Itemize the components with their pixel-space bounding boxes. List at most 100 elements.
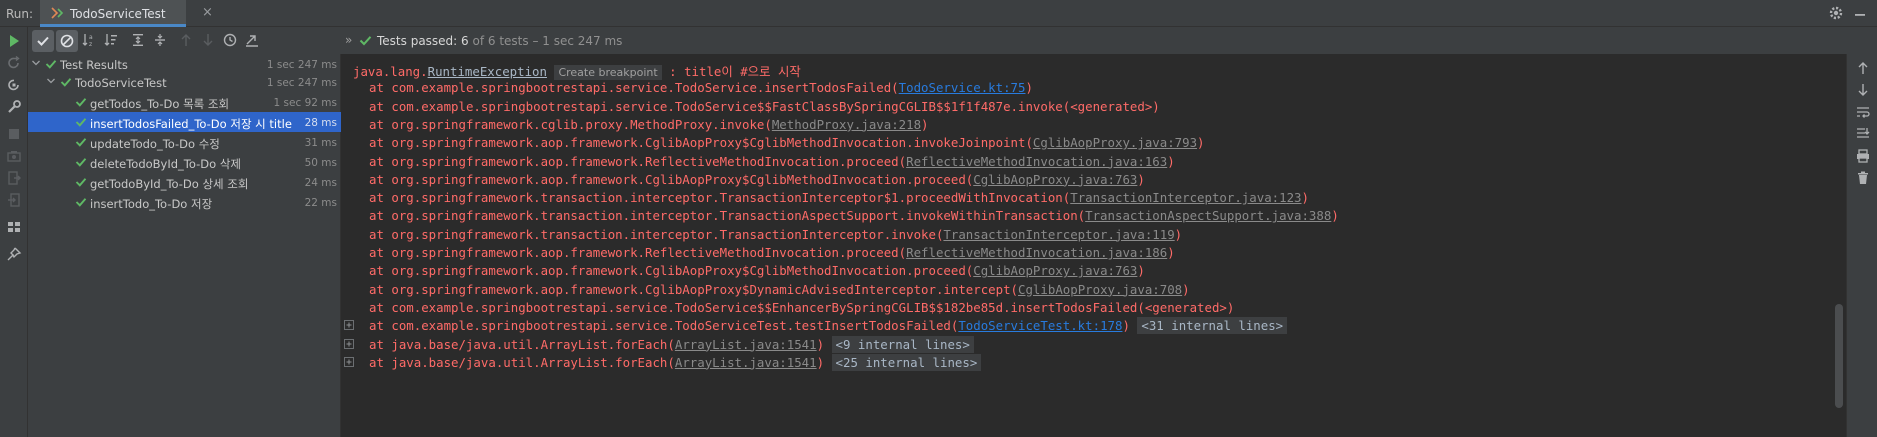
close-icon[interactable]: × bbox=[202, 5, 213, 20]
source-file-link[interactable]: CglibAopProxy.java:763 bbox=[973, 263, 1137, 278]
stack-frame-method: at org.springframework.aop.framework.Cgl… bbox=[369, 263, 974, 279]
wrench-icon[interactable] bbox=[6, 99, 22, 115]
stack-frame-method: at com.example.springbootrestapi.service… bbox=[369, 318, 959, 334]
console-scrollbar[interactable] bbox=[1835, 304, 1843, 408]
internal-lines-toggle[interactable]: <9 internal lines> bbox=[831, 335, 974, 353]
console-output[interactable]: java.lang.RuntimeException Create breakp… bbox=[341, 54, 1846, 437]
more-chevron-icon[interactable]: » bbox=[345, 33, 352, 47]
arrow-down-icon[interactable] bbox=[1855, 82, 1871, 98]
source-file-link[interactable]: TransactionInterceptor.java:123 bbox=[1070, 190, 1301, 205]
passed-check-icon bbox=[75, 98, 87, 107]
stack-frame-line: at org.springframework.transaction.inter… bbox=[341, 207, 1846, 226]
expand-fold-icon[interactable] bbox=[344, 356, 355, 368]
import-icon[interactable] bbox=[6, 192, 22, 208]
stack-frame-text: at org.springframework.aop.framework.Ref… bbox=[369, 154, 1175, 169]
tree-item-duration: 1 sec 247 ms bbox=[266, 77, 337, 89]
svg-text:a: a bbox=[89, 34, 93, 41]
minimize-icon[interactable] bbox=[1852, 5, 1868, 21]
rerun-failed-icon[interactable] bbox=[6, 55, 22, 71]
tests-passed-detail: of 6 tests – 1 sec 247 ms bbox=[472, 34, 623, 48]
sort-by-duration-icon[interactable] bbox=[103, 32, 119, 48]
pin-icon[interactable] bbox=[6, 246, 22, 262]
tree-item-test-results[interactable]: Test Results 1 sec 247 ms bbox=[28, 54, 341, 74]
arrow-down-icon[interactable] bbox=[200, 32, 216, 48]
chevron-down-icon[interactable] bbox=[30, 57, 42, 69]
run-label: Run: bbox=[6, 7, 34, 21]
tree-item-inserttodo[interactable]: insertTodo_To-Do 저장 22 ms bbox=[28, 192, 341, 212]
passed-check-icon bbox=[75, 178, 87, 187]
create-breakpoint-button[interactable]: Create breakpoint bbox=[554, 65, 662, 80]
stack-frame-method: at java.base/java.util.ArrayList.forEach… bbox=[369, 336, 675, 352]
scroll-to-end-icon[interactable] bbox=[1855, 126, 1871, 142]
expand-fold-icon[interactable] bbox=[344, 338, 355, 350]
expand-fold-icon[interactable] bbox=[344, 320, 355, 331]
stack-frame-method: at org.springframework.aop.framework.Ref… bbox=[369, 153, 907, 169]
tree-item-duration: 50 ms bbox=[304, 157, 337, 169]
tab-title: TodoServiceTest bbox=[70, 7, 166, 21]
stack-frame-line: at com.example.springbootrestapi.service… bbox=[341, 79, 1846, 98]
source-file-link[interactable]: ReflectiveMethodInvocation.java:163 bbox=[906, 154, 1167, 169]
gear-icon[interactable] bbox=[1828, 5, 1844, 21]
stack-frame-text: at org.springframework.aop.framework.Cgl… bbox=[369, 263, 1145, 278]
layout-icon[interactable] bbox=[6, 219, 22, 235]
stack-frame-text: at org.springframework.transaction.inter… bbox=[369, 227, 1182, 242]
test-config-icon bbox=[51, 7, 64, 19]
sort-alphabetically-icon[interactable]: az bbox=[81, 32, 97, 48]
test-history-icon[interactable] bbox=[222, 32, 238, 48]
tree-item-todoservicetest[interactable]: TodoServiceTest 1 sec 247 ms bbox=[28, 72, 341, 92]
stack-frame-text: at java.base/java.util.ArrayList.forEach… bbox=[369, 353, 982, 371]
run-side-toolbar bbox=[0, 27, 28, 437]
toggle-auto-test-icon[interactable] bbox=[6, 77, 22, 93]
soft-wrap-icon[interactable] bbox=[1855, 104, 1871, 120]
source-file-link[interactable]: TodoServiceTest.kt:178 bbox=[958, 318, 1122, 333]
stack-frame-line: at org.springframework.aop.framework.Ref… bbox=[341, 153, 1846, 172]
trash-icon[interactable] bbox=[1855, 170, 1871, 186]
collapse-all-icon[interactable] bbox=[152, 32, 168, 48]
stack-frame-suffix: ) bbox=[1167, 245, 1175, 260]
tests-passed-summary: Tests passed: 6 of 6 tests – 1 sec 247 m… bbox=[377, 34, 622, 48]
tree-item-duration: 31 ms bbox=[304, 137, 337, 149]
stack-frame-text: at java.base/java.util.ArrayList.forEach… bbox=[369, 335, 974, 353]
source-file-link[interactable]: CglibAopProxy.java:793 bbox=[1033, 135, 1197, 150]
rerun-icon[interactable] bbox=[6, 33, 22, 49]
arrow-up-icon[interactable] bbox=[178, 32, 194, 48]
import-tests-icon[interactable] bbox=[244, 32, 260, 48]
exception-class-link[interactable]: RuntimeException bbox=[428, 64, 547, 79]
tree-item-updatetodo[interactable]: updateTodo_To-Do 수정 31 ms bbox=[28, 132, 341, 152]
tree-item-duration: 24 ms bbox=[304, 177, 337, 189]
stack-frame-line: at java.base/java.util.ArrayList.forEach… bbox=[341, 353, 1846, 373]
chevron-down-icon[interactable] bbox=[45, 75, 57, 87]
source-file-link[interactable]: ArrayList.java:1541 bbox=[675, 355, 817, 370]
internal-lines-toggle[interactable]: <31 internal lines> bbox=[1137, 317, 1288, 335]
passed-check-icon bbox=[75, 158, 87, 167]
camera-icon[interactable] bbox=[6, 148, 22, 164]
source-file-link[interactable]: TransactionAspectSupport.java:388 bbox=[1085, 208, 1331, 223]
source-file-link[interactable]: TransactionInterceptor.java:119 bbox=[943, 227, 1174, 242]
source-file-link[interactable]: TodoService.kt:75 bbox=[899, 80, 1026, 95]
expand-all-icon[interactable] bbox=[130, 32, 146, 48]
tree-item-gettodos[interactable]: getTodos_To-Do 목록 조회 1 sec 92 ms bbox=[28, 92, 341, 112]
arrow-up-icon[interactable] bbox=[1855, 60, 1871, 76]
source-file-link[interactable]: CglibAopProxy.java:763 bbox=[973, 172, 1137, 187]
console-side-toolbar bbox=[1846, 54, 1877, 437]
source-file-link[interactable]: MethodProxy.java:218 bbox=[772, 117, 921, 132]
tree-item-deletetodobyid[interactable]: deleteTodoById_To-Do 삭제 50 ms bbox=[28, 152, 341, 172]
tree-item-gettodobyid[interactable]: getTodoById_To-Do 상세 조회 24 ms bbox=[28, 172, 341, 192]
source-file-link[interactable]: CglibAopProxy.java:708 bbox=[1018, 282, 1182, 297]
tree-item-inserttodosfailed[interactable]: insertTodosFailed_To-Do 저장 시 title 28 ms bbox=[28, 112, 341, 132]
show-passed-button[interactable] bbox=[32, 30, 54, 52]
exception-text: java.lang.RuntimeException Create breakp… bbox=[353, 62, 801, 80]
stack-frame-text: at com.example.springbootrestapi.service… bbox=[369, 80, 1033, 95]
source-file-link[interactable]: ReflectiveMethodInvocation.java:186 bbox=[906, 245, 1167, 260]
source-file-link[interactable]: ArrayList.java:1541 bbox=[675, 337, 817, 352]
stack-frame-method: at com.example.springbootrestapi.service… bbox=[369, 80, 899, 96]
stop-icon[interactable] bbox=[6, 126, 22, 142]
stack-frame-line: at org.springframework.aop.framework.Cgl… bbox=[341, 134, 1846, 153]
tab-todoservicetest[interactable]: TodoServiceTest × bbox=[40, 0, 213, 27]
print-icon[interactable] bbox=[1855, 148, 1871, 164]
internal-lines-toggle[interactable]: <25 internal lines> bbox=[831, 353, 982, 371]
exit-icon[interactable] bbox=[6, 170, 22, 186]
show-ignored-button[interactable] bbox=[56, 30, 78, 52]
tree-item-label: Test Results bbox=[60, 58, 128, 72]
stack-frame-method: at org.springframework.transaction.inter… bbox=[369, 190, 1071, 206]
